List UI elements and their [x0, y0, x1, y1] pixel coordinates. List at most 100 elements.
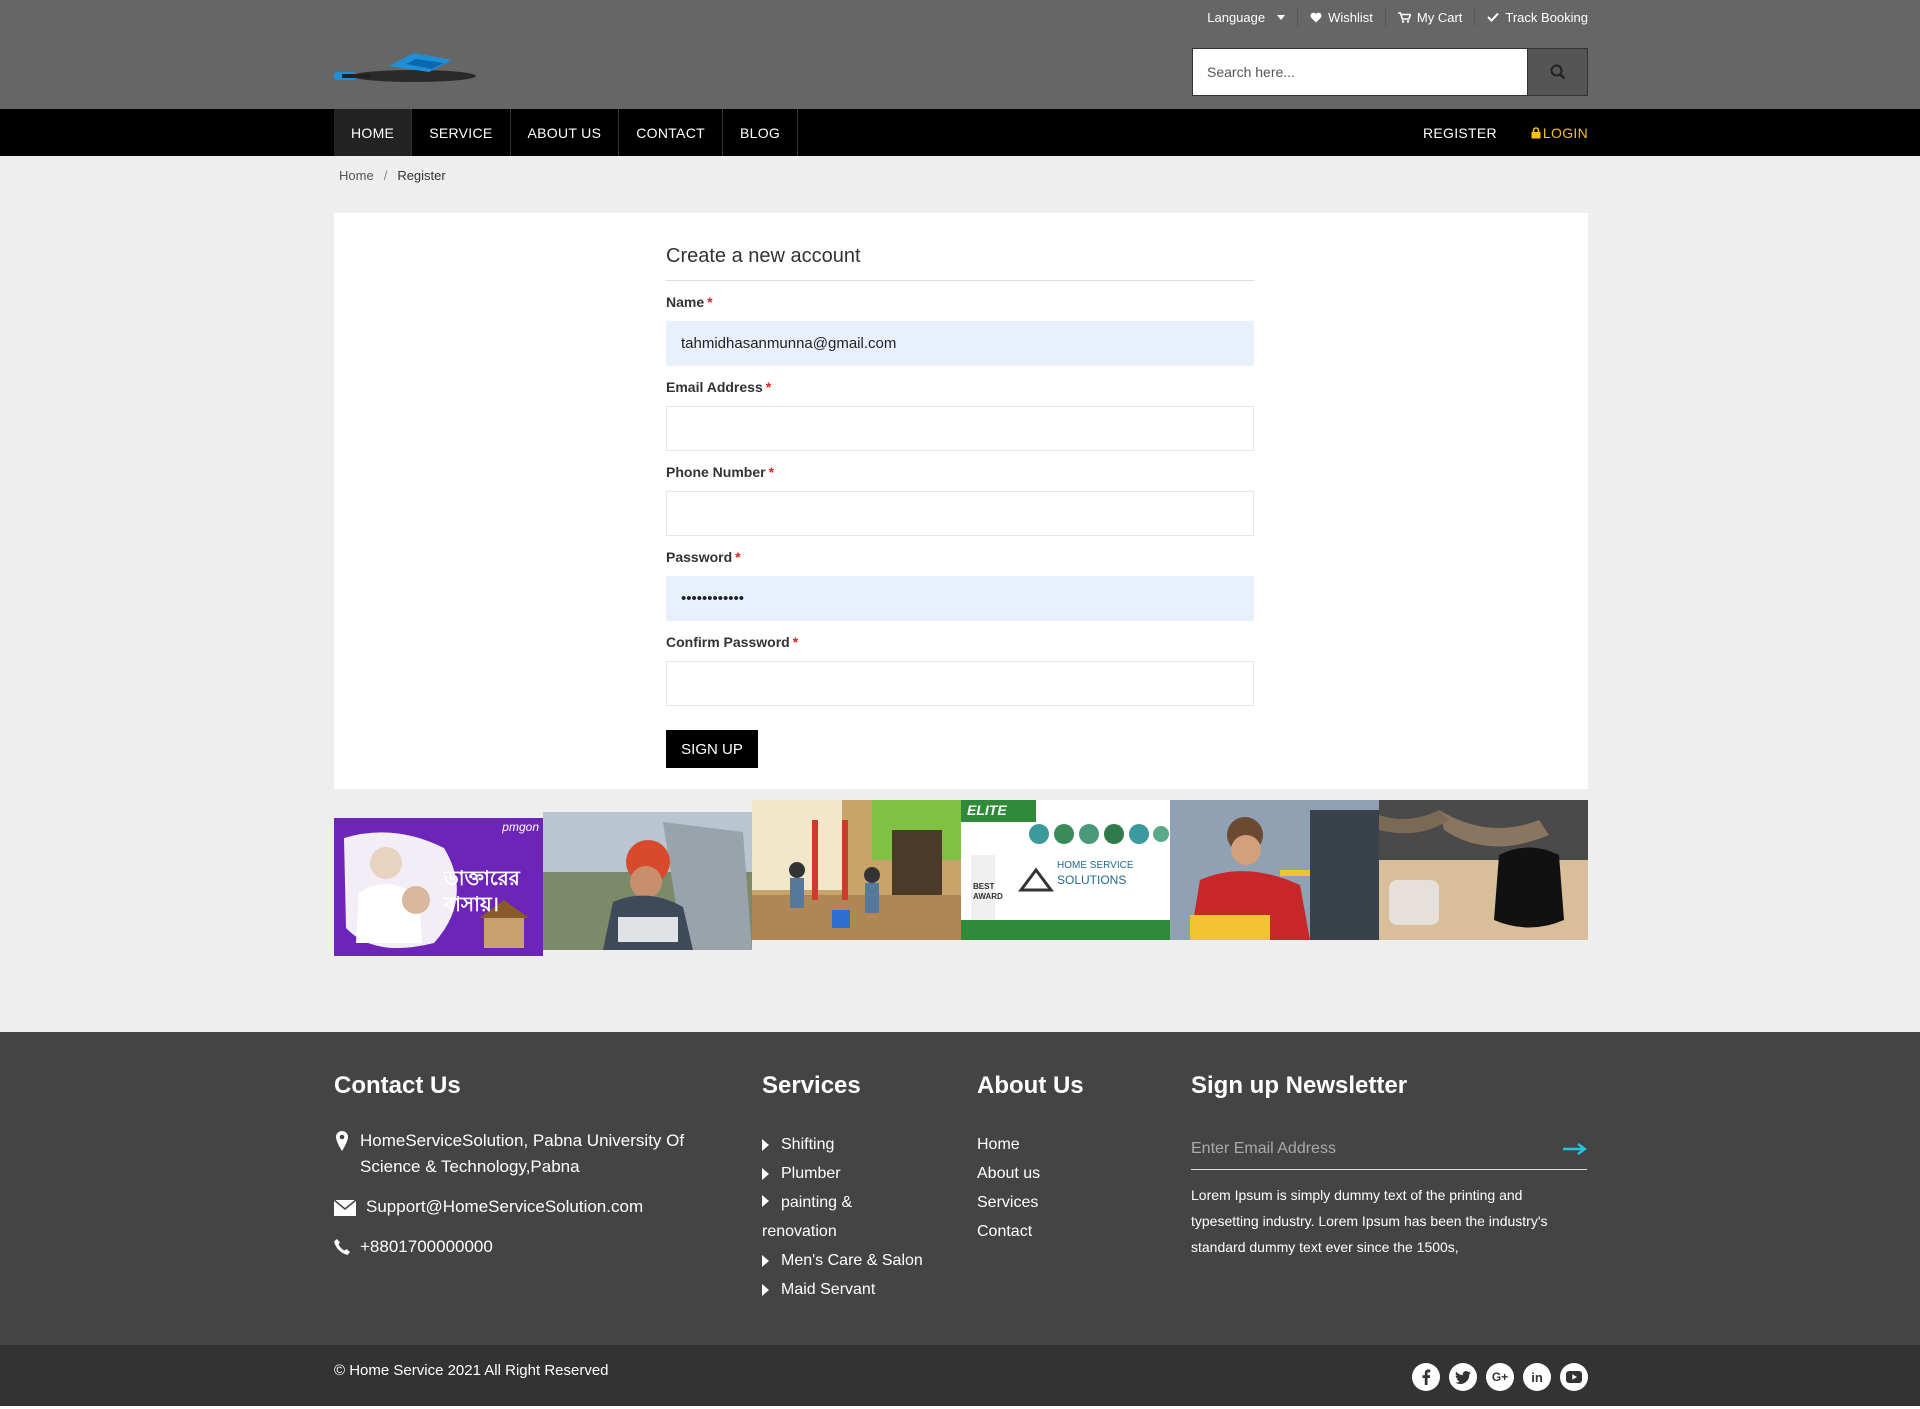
gallery-image-technician[interactable]	[1170, 800, 1379, 940]
footer-service-item[interactable]: Plumber	[762, 1159, 952, 1188]
top-links: Language Wishlist My Cart Track Booking	[1195, 6, 1588, 28]
elite-award: BEST AWARD	[973, 882, 1003, 901]
footer-newsletter: Sign up Newsletter Lorem Ipsum is simply…	[1191, 1072, 1591, 1260]
nav-contact[interactable]: CONTACT	[619, 109, 723, 156]
technician-photo	[1170, 800, 1379, 940]
footer-contact: Contact Us HomeServiceSolution, Pabna Un…	[334, 1072, 714, 1274]
elite-text2: SOLUTIONS	[1057, 873, 1127, 887]
doctor-banner-brand: pmgon	[502, 820, 539, 834]
caret-right-icon	[762, 1195, 769, 1208]
track-booking-label: Track Booking	[1505, 9, 1588, 25]
chevron-down-icon	[1277, 14, 1286, 20]
email-label: Email Address *	[666, 379, 772, 395]
search-input[interactable]	[1193, 49, 1527, 95]
wishlist-label: Wishlist	[1328, 9, 1373, 25]
painting-photo	[752, 800, 961, 940]
caret-right-icon	[762, 1168, 769, 1180]
main-nav: HOME SERVICE ABOUT US CONTACT BLOG REGIS…	[0, 109, 1920, 156]
facebook-icon[interactable]	[1412, 1363, 1440, 1391]
email-field[interactable]	[666, 406, 1254, 451]
check-icon	[1487, 12, 1500, 22]
footer-phone[interactable]: +8801700000000	[360, 1234, 493, 1260]
site-footer: Contact Us HomeServiceSolution, Pabna Un…	[0, 1032, 1920, 1345]
newsletter-email-input[interactable]	[1191, 1139, 1511, 1158]
copyright: © Home Service 2021 All Right Reserved	[334, 1362, 609, 1379]
elite-brand: ELITE	[967, 802, 1007, 818]
nav-blog[interactable]: BLOG	[723, 109, 799, 156]
footer-service-item[interactable]: painting & renovation	[762, 1188, 872, 1246]
envelope-icon	[334, 1200, 356, 1216]
gallery-image-worker[interactable]	[543, 812, 752, 950]
breadcrumb-separator: /	[383, 168, 388, 183]
caret-right-icon	[762, 1284, 769, 1296]
footer-about-title: About Us	[977, 1072, 1084, 1099]
breadcrumb-home[interactable]: Home	[339, 168, 374, 183]
footer-about-link[interactable]: About us	[977, 1159, 1157, 1188]
footer-address: HomeServiceSolution, Pabna University Of…	[360, 1131, 685, 1176]
footer-services: Services Shifting Plumber painting & ren…	[762, 1072, 952, 1304]
caret-right-icon	[762, 1139, 769, 1151]
footer-email[interactable]: Support@HomeServiceSolution.com	[366, 1194, 643, 1220]
footer-service-item[interactable]: Shifting	[762, 1130, 952, 1159]
register-form: Create a new account Name* Email Address…	[666, 213, 1254, 768]
lock-icon	[1531, 126, 1541, 138]
track-booking-link[interactable]: Track Booking	[1475, 8, 1588, 26]
footer-contact-title: Contact Us	[334, 1072, 461, 1099]
cart-link[interactable]: My Cart	[1386, 8, 1476, 26]
gallery-image-painting[interactable]	[752, 800, 961, 940]
breadcrumb: Home / Register	[339, 168, 446, 183]
elite-text1: HOME SERVICE	[1057, 860, 1134, 871]
social-links: G+ in	[1412, 1363, 1588, 1391]
confirm-password-label: Confirm Password *	[666, 634, 799, 650]
footer-about-link[interactable]: Services	[977, 1188, 1157, 1217]
register-card: Create a new account Name* Email Address…	[334, 213, 1588, 789]
worker-photo	[543, 812, 752, 950]
gallery-image-repair[interactable]	[1379, 800, 1588, 940]
gallery-image-elite[interactable]: ELITE HOME SERVICE SOLUTIONS BEST AWARD	[961, 800, 1170, 940]
arrow-right-icon[interactable]	[1563, 1142, 1587, 1155]
footer-about-link[interactable]: Contact	[977, 1217, 1157, 1246]
site-header: Language Wishlist My Cart Track Booking	[0, 0, 1920, 109]
map-marker-icon	[336, 1131, 348, 1151]
twitter-icon[interactable]	[1449, 1363, 1477, 1391]
gallery-image-doctor[interactable]: pmgon ডাক্তারের বাসায়।	[334, 818, 543, 956]
wishlist-link[interactable]: Wishlist	[1298, 8, 1386, 26]
search-button[interactable]	[1527, 49, 1587, 95]
search-icon	[1550, 64, 1565, 80]
confirm-password-field[interactable]	[666, 661, 1254, 706]
nav-register[interactable]: REGISTER	[1406, 109, 1514, 156]
password-field[interactable]	[666, 576, 1254, 621]
nav-home[interactable]: HOME	[334, 109, 413, 156]
newsletter-form	[1191, 1128, 1587, 1170]
phone-field[interactable]	[666, 491, 1254, 536]
footer-about: About Us Home About us Services Contact	[977, 1072, 1157, 1246]
login-label: LOGIN	[1542, 124, 1588, 141]
name-label: Name *	[666, 294, 713, 310]
nav-login[interactable]: LOGIN	[1514, 109, 1588, 156]
cart-icon	[1397, 11, 1411, 23]
sign-up-button[interactable]: SIGN UP	[666, 730, 758, 768]
phone-icon	[334, 1239, 350, 1255]
language-label: Language	[1207, 9, 1266, 25]
heart-icon	[1310, 12, 1322, 22]
repair-photo	[1379, 800, 1588, 940]
search-bar	[1192, 48, 1588, 96]
breadcrumb-current: Register	[397, 168, 446, 183]
footer-bottom-bar: © Home Service 2021 All Right Reserved G…	[0, 1345, 1920, 1409]
footer-service-item[interactable]: Men's Care & Salon	[762, 1246, 952, 1275]
newsletter-description: Lorem Ipsum is simply dummy text of the …	[1191, 1187, 1548, 1255]
nav-about-us[interactable]: ABOUT US	[511, 109, 620, 156]
phone-label: Phone Number *	[666, 464, 775, 480]
footer-about-link[interactable]: Home	[977, 1130, 1157, 1159]
form-title: Create a new account	[666, 213, 1254, 281]
newsletter-title: Sign up Newsletter	[1191, 1072, 1408, 1099]
youtube-icon[interactable]	[1560, 1363, 1588, 1391]
nav-service[interactable]: SERVICE	[412, 109, 511, 156]
language-dropdown[interactable]: Language	[1195, 8, 1299, 26]
linkedin-icon[interactable]: in	[1523, 1363, 1551, 1391]
google-plus-icon[interactable]: G+	[1486, 1363, 1514, 1391]
footer-services-title: Services	[762, 1072, 861, 1099]
site-logo[interactable]	[334, 50, 484, 90]
name-field[interactable]	[666, 321, 1254, 366]
footer-service-item[interactable]: Maid Servant	[762, 1275, 952, 1304]
